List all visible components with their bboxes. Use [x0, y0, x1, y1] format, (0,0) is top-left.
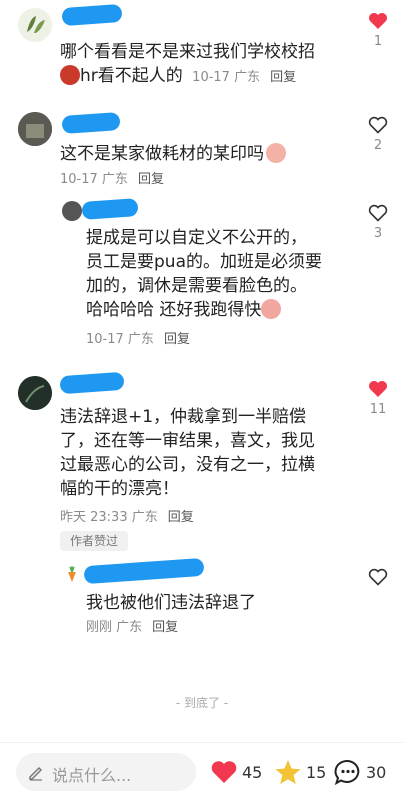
- comment-text-line: 违法辞退+1，仲裁拿到一半赔偿: [60, 407, 307, 427]
- reply-button[interactable]: 回复: [270, 70, 296, 85]
- like-button[interactable]: [363, 568, 393, 586]
- avatar[interactable]: [62, 564, 82, 584]
- author-liked-tag: 作者赞过: [60, 531, 128, 551]
- comment-text-line: 幅的干的漂亮！: [60, 479, 179, 499]
- reply-text: 我也被他们违法辞退了: [86, 593, 256, 613]
- comment-bubble-icon: [334, 759, 360, 785]
- reply-button[interactable]: 回复: [164, 332, 190, 347]
- dark-avatar-icon: [18, 376, 52, 410]
- reply-date: 10-17: [86, 332, 124, 347]
- redacted-username: [81, 198, 139, 220]
- comment-location: 广东: [131, 510, 158, 525]
- comment-button[interactable]: 30: [334, 757, 386, 787]
- carrot-avatar-icon: [68, 566, 76, 582]
- heart-filled-icon: [369, 381, 387, 397]
- comment-text-line: 过最恶心的公司，没有之一，拉横: [60, 455, 315, 475]
- heart-filled-icon: [369, 13, 387, 29]
- like-button[interactable]: 3: [363, 204, 393, 241]
- cool-face-emoji: [261, 299, 282, 319]
- like-count: 11: [369, 402, 387, 417]
- like-button[interactable]: 2: [363, 116, 393, 153]
- like-post-button[interactable]: 45: [210, 757, 262, 787]
- like-count: 1: [373, 34, 383, 49]
- comment-date: 昨天 23:33: [60, 510, 128, 525]
- redacted-username: [61, 111, 121, 135]
- reply-text-line: 哈哈哈哈 还好我跑得快: [86, 300, 262, 320]
- avatar[interactable]: [18, 376, 52, 410]
- like-button[interactable]: 1: [363, 12, 393, 49]
- comment-text: 这不是某家做耗材的某印吗: [60, 144, 264, 164]
- redacted-username: [61, 3, 123, 27]
- heart-outline-icon: [368, 204, 388, 222]
- avatar[interactable]: [18, 8, 52, 42]
- reply-text-line: 加的，调休是需要看脸色的。: [86, 276, 307, 296]
- comment-input-placeholder: 说点什么...: [52, 766, 132, 785]
- comment-date: 10-17: [60, 172, 98, 187]
- pen-icon: [29, 766, 43, 781]
- reply-text-line: 提成是可以自定义不公开的，: [86, 228, 307, 248]
- heart-outline-icon: [368, 116, 388, 134]
- angry-face-emoji: [60, 65, 80, 85]
- like-count: 3: [373, 226, 383, 241]
- reply-button[interactable]: 回复: [138, 172, 164, 187]
- comment-location: 广东: [101, 172, 128, 187]
- avatar[interactable]: [62, 201, 82, 221]
- end-of-list-label: - 到底了 -: [175, 696, 229, 710]
- plant-avatar-icon: [18, 8, 52, 42]
- redacted-username: [59, 371, 125, 395]
- comment-text-line: 了，还在等一审结果，喜文，我见: [60, 431, 315, 451]
- star-filled-icon: [275, 759, 301, 784]
- reply-location: 广东: [127, 332, 154, 347]
- photo-avatar-icon: [18, 112, 52, 146]
- reply-text-line: 员工是要pua的。加班是必须要: [86, 252, 322, 272]
- reply-button[interactable]: 回复: [152, 620, 178, 635]
- bottom-bar: 说点什么... 45 15 30: [0, 742, 404, 800]
- comment-date: 10-17: [192, 70, 230, 85]
- reply-button[interactable]: 回复: [168, 510, 194, 525]
- reply-date: 刚刚: [86, 620, 113, 635]
- comment-text-line: 哪个看看是不是来过我们学校校招: [60, 42, 315, 62]
- like-button[interactable]: 11: [363, 380, 393, 417]
- peach-face-emoji: [266, 143, 286, 163]
- post-favorite-count: 15: [306, 762, 327, 782]
- post-comment-count: 30: [366, 762, 387, 782]
- avatar[interactable]: [18, 112, 52, 146]
- heart-outline-icon: [368, 568, 388, 586]
- heart-filled-icon: [211, 761, 237, 783]
- post-like-count: 45: [242, 762, 263, 782]
- reply-location: 广东: [116, 620, 143, 635]
- comment-location: 广东: [234, 70, 261, 85]
- favorite-button[interactable]: 15: [274, 757, 326, 787]
- like-count: 2: [373, 138, 383, 153]
- redacted-username: [83, 557, 205, 585]
- comment-input[interactable]: 说点什么...: [16, 753, 196, 791]
- comment-text-line: hr看不起人的: [80, 66, 183, 86]
